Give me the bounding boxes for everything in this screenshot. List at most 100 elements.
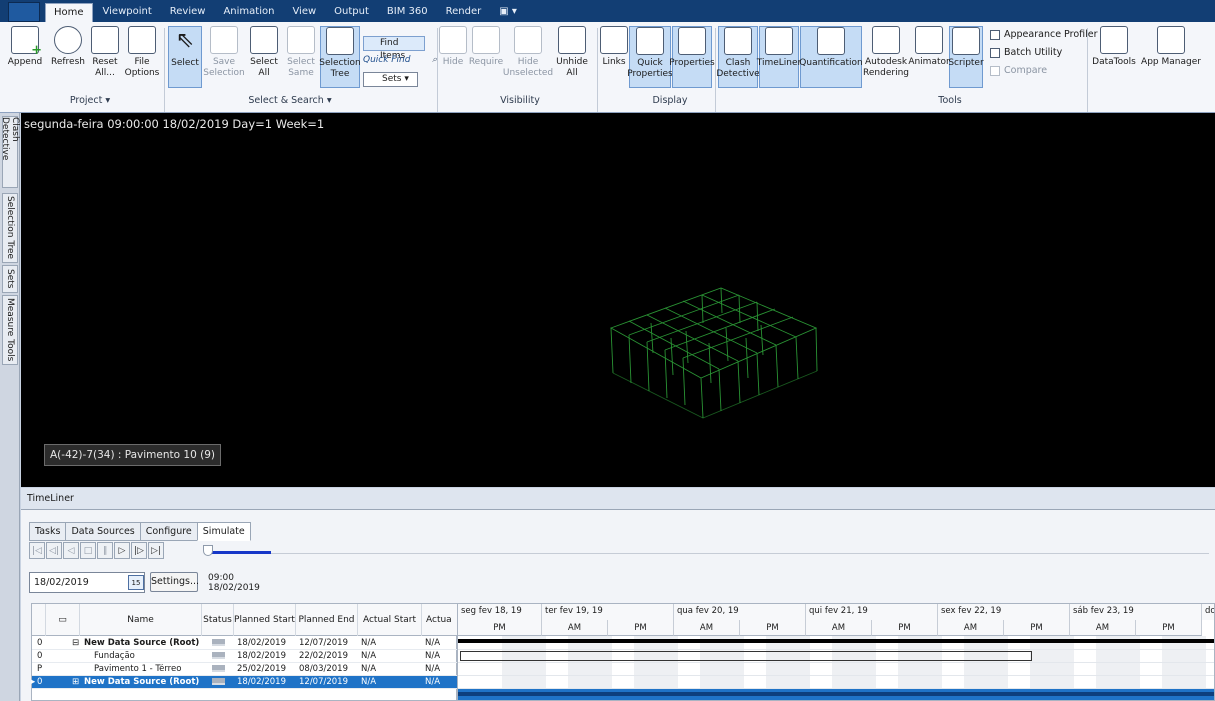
pause-icon[interactable]: ∥ <box>97 542 113 559</box>
table-row[interactable]: 0 New Data Source (Root) 18/02/2019 12/07/2… <box>32 637 458 650</box>
col-planned-end[interactable]: Planned End <box>296 604 358 636</box>
tab-home[interactable]: Home <box>45 3 93 22</box>
application-menu-button[interactable] <box>8 2 40 22</box>
tab-tasks[interactable]: Tasks <box>29 522 66 541</box>
batch-utility-button[interactable]: Batch Utility <box>990 47 1062 58</box>
clash-detective-button[interactable]: Clash Detective <box>716 26 760 88</box>
dock-tab-sets[interactable]: Sets <box>2 265 18 293</box>
col-actual-start[interactable]: Actual Start <box>358 604 422 636</box>
select-all-icon <box>250 26 278 54</box>
settings-button[interactable]: Settings... <box>150 572 199 592</box>
tab-output[interactable]: Output <box>326 3 377 22</box>
play-reverse-icon[interactable]: ◁ <box>63 542 79 559</box>
select-button[interactable]: ⇖ Select <box>168 26 202 88</box>
table-row[interactable]: 0 Fundação 18/02/2019 22/02/2019 N/A N/A <box>32 650 458 663</box>
expand-collapse-icon[interactable]: ⊟ <box>72 638 79 648</box>
rewind-icon[interactable]: |◁ <box>29 542 45 559</box>
sets-dropdown[interactable]: Sets ▾ <box>363 72 418 87</box>
gantt-halfday-header: AM <box>806 620 872 636</box>
3d-viewport[interactable]: segunda-feira 09:00:00 18/02/2019 Day=1 … <box>21 113 1215 487</box>
tab-configure[interactable]: Configure <box>139 522 197 541</box>
require-button[interactable]: Require <box>468 26 504 68</box>
datatools-label: DataTools <box>1092 57 1136 67</box>
compare-icon <box>990 65 1000 76</box>
app-manager-label: App Manager <box>1141 57 1201 67</box>
quick-properties-button[interactable]: Quick Properties <box>627 26 673 88</box>
col-planned-start[interactable]: Planned Start <box>234 604 296 636</box>
comment-column-icon[interactable]: ▭ <box>46 604 80 636</box>
tab-viewpoint[interactable]: Viewpoint <box>95 3 160 22</box>
tab-view[interactable]: View <box>284 3 324 22</box>
tab-review[interactable]: Review <box>162 3 214 22</box>
tab-bim360[interactable]: BIM 360 <box>379 3 436 22</box>
append-button[interactable]: + Append <box>5 26 45 68</box>
properties-button[interactable]: Properties <box>669 26 715 88</box>
tab-data-sources[interactable]: Data Sources <box>65 522 140 541</box>
find-items-button[interactable]: Find Items <box>363 36 425 61</box>
dock-tab-selection-tree[interactable]: Selection Tree <box>2 193 18 263</box>
tab-simulate[interactable]: Simulate <box>196 522 251 541</box>
stop-icon[interactable]: □ <box>80 542 96 559</box>
expand-collapse-icon[interactable]: ⊞ <box>72 677 79 687</box>
scripter-button[interactable]: Scripter <box>948 26 984 88</box>
play-icon[interactable]: ▷ <box>114 542 130 559</box>
quick-find-field[interactable]: Quick Find ⌕ <box>363 55 437 69</box>
animator-button[interactable]: Animator <box>908 26 950 68</box>
unhide-all-button[interactable]: Unhide All <box>553 26 591 79</box>
col-name[interactable]: Name <box>80 604 202 636</box>
quantification-button[interactable]: Quantification <box>799 26 863 88</box>
tab-animation[interactable]: Animation <box>215 3 282 22</box>
select-label: Select <box>171 58 199 68</box>
step-back-icon[interactable]: ◁| <box>46 542 62 559</box>
col-status[interactable]: Status <box>202 604 234 636</box>
step-forward-icon[interactable]: |▷ <box>131 542 147 559</box>
cursor-icon: ⇖ <box>175 28 195 53</box>
building-model-wireframe[interactable] <box>591 283 831 423</box>
table-row[interactable]: P Pavimento 1 - Térreo 25/02/2019 08/03/201… <box>32 663 458 676</box>
autodesk-rendering-label: Autodesk Rendering <box>863 57 909 78</box>
batch-utility-icon <box>990 47 1000 58</box>
reset-all-button[interactable]: Reset All... <box>88 26 122 79</box>
simulation-slider-thumb[interactable] <box>203 545 213 556</box>
gantt-row-line <box>458 649 1214 650</box>
dock-tab-clash-detective[interactable]: Clash Detective <box>0 116 20 188</box>
gantt-row-line <box>458 675 1214 676</box>
gantt-chart[interactable]: seg fev 18, 19 ter fev 19, 19 qua fev 20, … <box>457 603 1215 701</box>
autodesk-rendering-button[interactable]: Autodesk Rendering <box>863 26 909 79</box>
select-all-button[interactable]: Select All <box>247 26 281 79</box>
appearance-profiler-button[interactable]: Appearance Profiler <box>990 29 1098 40</box>
dock-tab-measure-tools[interactable]: Measure Tools <box>2 295 18 365</box>
ribbon-options-icon[interactable]: ▣ ▾ <box>491 3 525 22</box>
table-row[interactable]: 0 New Data Source (Root) 18/02/2019 12/07/2… <box>31 676 458 689</box>
hide-icon <box>439 26 467 54</box>
save-selection-button[interactable]: Save Selection <box>203 26 245 79</box>
col-actual-end[interactable]: Actua <box>422 604 458 636</box>
compare-button[interactable]: Compare <box>990 65 1047 76</box>
group-label-select-search[interactable]: Select & Search ▾ <box>230 95 350 106</box>
timeliner-button[interactable]: TimeLiner <box>757 26 801 88</box>
gantt-day-header: dom <box>1202 604 1214 620</box>
links-button[interactable]: Links <box>600 26 628 68</box>
gantt-bar-fundacao[interactable] <box>460 651 1032 661</box>
app-manager-button[interactable]: App Manager <box>1140 26 1202 68</box>
reset-all-icon <box>91 26 119 54</box>
refresh-button[interactable]: Refresh <box>48 26 88 68</box>
calendar-icon[interactable]: 15 <box>128 575 144 590</box>
gantt-bar-root[interactable] <box>458 639 1214 643</box>
task-grid: ▭ Name Status Planned Start Planned End … <box>31 603 458 701</box>
hide-unselected-button[interactable]: Hide Unselected <box>503 26 553 79</box>
file-options-button[interactable]: File Options <box>124 26 160 79</box>
hide-button[interactable]: Hide <box>439 26 467 68</box>
quick-properties-label: Quick Properties <box>627 58 673 79</box>
simulation-slider-track[interactable] <box>209 553 1209 554</box>
group-label-project[interactable]: Project ▾ <box>30 95 150 106</box>
fast-forward-icon[interactable]: ▷| <box>148 542 164 559</box>
datatools-button[interactable]: DataTools <box>1090 26 1138 68</box>
select-same-button[interactable]: Select Same <box>284 26 318 79</box>
tab-render[interactable]: Render <box>438 3 490 22</box>
group-label-tools: Tools <box>938 95 962 106</box>
gantt-halfday-header: AM <box>542 620 608 636</box>
selection-tree-button[interactable]: Selection Tree <box>319 26 361 88</box>
gantt-bar-root-selected[interactable] <box>458 692 1214 696</box>
simulation-date-input[interactable]: 18/02/2019 15 <box>29 572 145 593</box>
